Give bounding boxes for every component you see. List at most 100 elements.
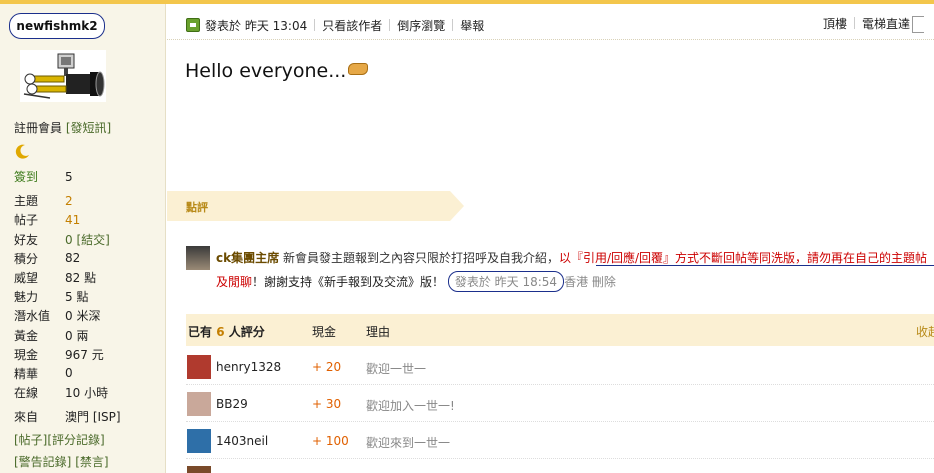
rating-reason: 歡迎來到一世一 xyxy=(366,436,451,450)
send-message-link[interactable]: [發短訊] xyxy=(66,121,111,135)
stat-value: 82 xyxy=(65,251,81,266)
stat-row: 威望 82 點 xyxy=(14,268,164,287)
comment-text: 新會員發主題報到之內容只限於打招呼及自我介紹， xyxy=(282,251,559,265)
stat-row: 在線 10 小時 xyxy=(14,383,164,402)
report-link[interactable]: 舉報 xyxy=(460,19,484,33)
reason-column-header: 理由 xyxy=(366,325,391,339)
stat-row: 好友 0 [結交] xyxy=(14,230,164,249)
rater-name[interactable]: BB29 xyxy=(216,397,248,411)
top-floor-link[interactable]: 頂樓 xyxy=(823,17,847,31)
rating-score: + 30 xyxy=(312,397,342,411)
stat-label: 簽到 xyxy=(14,170,39,185)
stat-row: 黃金 0 兩 xyxy=(14,326,164,345)
rating-count-number: 6 xyxy=(216,325,225,339)
stat-value: 967 元 xyxy=(65,347,104,362)
rating-row: henry1328 + 20 歡迎一世一 xyxy=(186,349,934,385)
separator xyxy=(853,17,855,29)
user-stats: 簽到 5 主題 2 帖子 41 好友 0 [結交] 積分 82 威望 82 點魅力 5 點潛水值 0 米深… xyxy=(14,167,164,426)
posted-time: 發表於 昨天 13:04 xyxy=(205,19,308,33)
post-text: Hello everyone... xyxy=(185,60,347,82)
stat-value: 10 小時 xyxy=(65,386,109,401)
stat-row: 精華 0 xyxy=(14,364,164,383)
stat-value: 0 米深 xyxy=(65,309,101,324)
separator xyxy=(452,19,454,31)
stat-value: 0 兩 xyxy=(65,328,89,343)
reverse-order-link[interactable]: 倒序瀏覽 xyxy=(397,19,445,33)
stat-label: 黃金 xyxy=(14,328,39,343)
rating-reason: 歡迎一世一 xyxy=(366,362,427,376)
annotation-underline xyxy=(596,265,934,266)
stat-value: 82 點 xyxy=(65,271,97,286)
stat-label: 潛水值 xyxy=(14,309,51,324)
send-message-label: 發短訊 xyxy=(70,121,107,135)
rater-name[interactable]: henry1328 xyxy=(216,360,281,374)
rating-log-link[interactable]: [評分記錄] xyxy=(47,433,104,447)
username-link[interactable]: newfishmk2 xyxy=(9,13,105,39)
rating-score: + 20 xyxy=(312,360,342,374)
stat-label: 威望 xyxy=(14,271,39,286)
role-label: 註冊會員 xyxy=(14,121,63,135)
post-content: Hello everyone... xyxy=(185,60,369,82)
comment-banner: 點評 xyxy=(167,191,464,221)
stat-label: 現金 xyxy=(14,347,39,362)
comment-text-2: ！謝謝支持《新手報到及交流》版！ xyxy=(252,275,445,289)
camera-drawing xyxy=(23,53,105,99)
member-role: 註冊會員 [發短訊] xyxy=(14,119,111,136)
avatar[interactable] xyxy=(20,50,106,102)
floor-jump-input[interactable] xyxy=(912,16,924,33)
comment-warning-text-2: 及閒聊 xyxy=(216,275,253,289)
stat-row: 潛水值 0 米深 xyxy=(14,306,164,325)
rating-score: + 100 xyxy=(312,434,349,448)
posts-link[interactable]: [帖子] xyxy=(14,433,47,447)
comment-location: 香港 xyxy=(564,275,589,289)
rating-reason: 歡迎加入一世一! xyxy=(366,399,455,413)
rating-header: 已有 6 人評分 現金 理由 收起 xyxy=(186,314,934,346)
delete-comment-link[interactable]: 刪除 xyxy=(592,275,616,289)
stat-label: 魅力 xyxy=(14,290,39,305)
stat-value[interactable]: 0 [結交] xyxy=(65,231,110,248)
commenter-avatar[interactable] xyxy=(186,246,210,270)
stat-row: 來自 澳門 [ISP] xyxy=(14,407,164,426)
rater-name[interactable]: 1403neil xyxy=(216,434,268,448)
collapse-link[interactable]: 收起 xyxy=(916,323,934,340)
stat-label: 好友 xyxy=(14,232,39,247)
stat-row: 帖子 41 xyxy=(14,210,164,229)
warning-log-link[interactable]: [警告記錄] xyxy=(14,455,71,469)
cash-column-header: 現金 xyxy=(312,325,337,339)
comment-time: 發表於 昨天 18:54 xyxy=(447,271,565,292)
stat-value: 5 xyxy=(65,169,73,184)
rater-avatar[interactable] xyxy=(187,355,211,379)
stat-row: 簽到 5 xyxy=(14,167,164,186)
comment-banner-label: 點評 xyxy=(186,201,208,214)
stat-row: 魅力 5 點 xyxy=(14,287,164,306)
stat-label: 主題 xyxy=(14,194,39,209)
stat-label: 來自 xyxy=(14,410,39,425)
handshake-icon xyxy=(348,63,369,75)
elevator-label: 電梯直達 xyxy=(861,17,910,31)
rater-avatar[interactable] xyxy=(187,392,211,416)
only-author-link[interactable]: 只看該作者 xyxy=(322,19,382,33)
rating-row: BB29 + 30 歡迎加入一世一! xyxy=(186,386,934,422)
stat-row: 積分 82 xyxy=(14,249,164,268)
rating-count: 已有 6 人評分 xyxy=(188,323,265,340)
online-status-icon xyxy=(186,18,200,32)
stat-value[interactable]: 2 xyxy=(65,194,73,208)
rater-avatar[interactable] xyxy=(187,466,211,473)
stat-label: 積分 xyxy=(14,251,39,266)
rating-row: 歡迎加入一世一 xyxy=(186,460,934,473)
stat-row: 現金 967 元 xyxy=(14,345,164,364)
ban-link[interactable]: [禁言] xyxy=(75,455,108,469)
post-links: [帖子][評分記錄] xyxy=(14,431,105,448)
stat-row: 主題 2 xyxy=(14,191,164,210)
commenter-name[interactable]: ck集團主席 xyxy=(216,251,279,265)
stat-label: 精華 xyxy=(14,366,39,381)
post-toolbar: 發表於 昨天 13:04 只看該作者 倒序瀏覽 舉報 頂樓 電梯直達 xyxy=(167,4,934,40)
stat-value: 0 xyxy=(65,366,73,381)
rater-avatar[interactable] xyxy=(187,429,211,453)
rating-count-suffix: 人評分 xyxy=(228,325,265,339)
stat-label: 帖子 xyxy=(14,213,39,228)
stat-value: 5 點 xyxy=(65,290,89,305)
stat-value[interactable]: 41 xyxy=(65,213,80,227)
rating-count-prefix: 已有 xyxy=(188,325,213,339)
comment-warning-text: 以『引用/回應/回覆』方式不斷回帖等同洗版，請勿再在自己的主題帖 xyxy=(558,251,928,265)
